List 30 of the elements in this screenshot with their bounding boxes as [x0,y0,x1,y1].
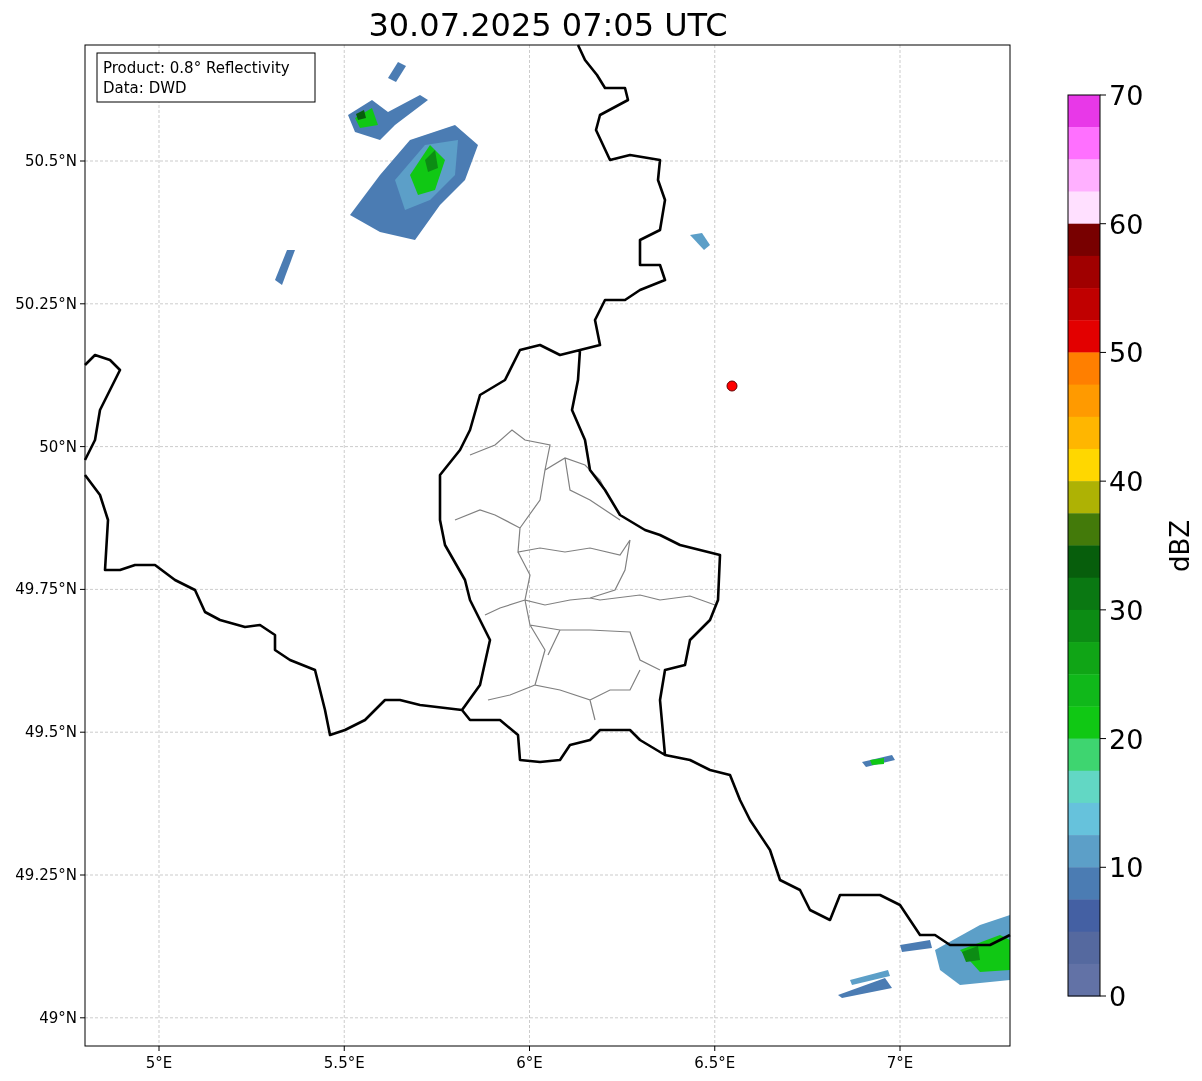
latitude-label: 49.25°N [15,866,77,884]
colorbar-tick-label: 60 [1109,208,1144,240]
latitude-label: 49.5°N [24,723,77,742]
colorbar-tick-label: 0 [1109,981,1127,1012]
colorbar-tick-label: 20 [1109,723,1144,755]
latitude-label: 50.25°N [15,294,77,313]
radar-echo [388,62,406,82]
latitude-label: 49°N [39,1008,77,1027]
colorbar-tick-label: 70 [1109,80,1144,111]
info-text: Product: 0.8° Reflectivity [103,59,290,77]
longitude-label: 5.5°E [323,1054,365,1072]
colorbar-tick-label: 10 [1109,852,1144,884]
latitude-label: 50.5°N [24,152,77,170]
colorbar-tick-label: 40 [1109,466,1144,498]
longitude-label: 6°E [516,1054,543,1072]
radar-echo [690,233,710,250]
colorbar-label: dBZ [1165,519,1195,573]
colorbar-tick-label: 50 [1109,337,1144,369]
longitude-label: 7°E [886,1054,914,1072]
radar-echo [275,250,295,285]
chart-title: 30.07.2025 07:05 UTC [368,6,728,44]
longitude-label: 6.5°E [694,1054,736,1072]
location-marker [726,380,738,392]
longitude-label: 5°E [145,1054,173,1072]
latitude-label: 50°N [39,437,77,456]
radar-echo [838,970,892,998]
info-text: Data: DWD [103,79,187,97]
radar-echo [862,755,895,767]
latitude-label: 49.75°N [15,580,77,599]
colorbar-tick-label: 30 [1109,594,1144,626]
